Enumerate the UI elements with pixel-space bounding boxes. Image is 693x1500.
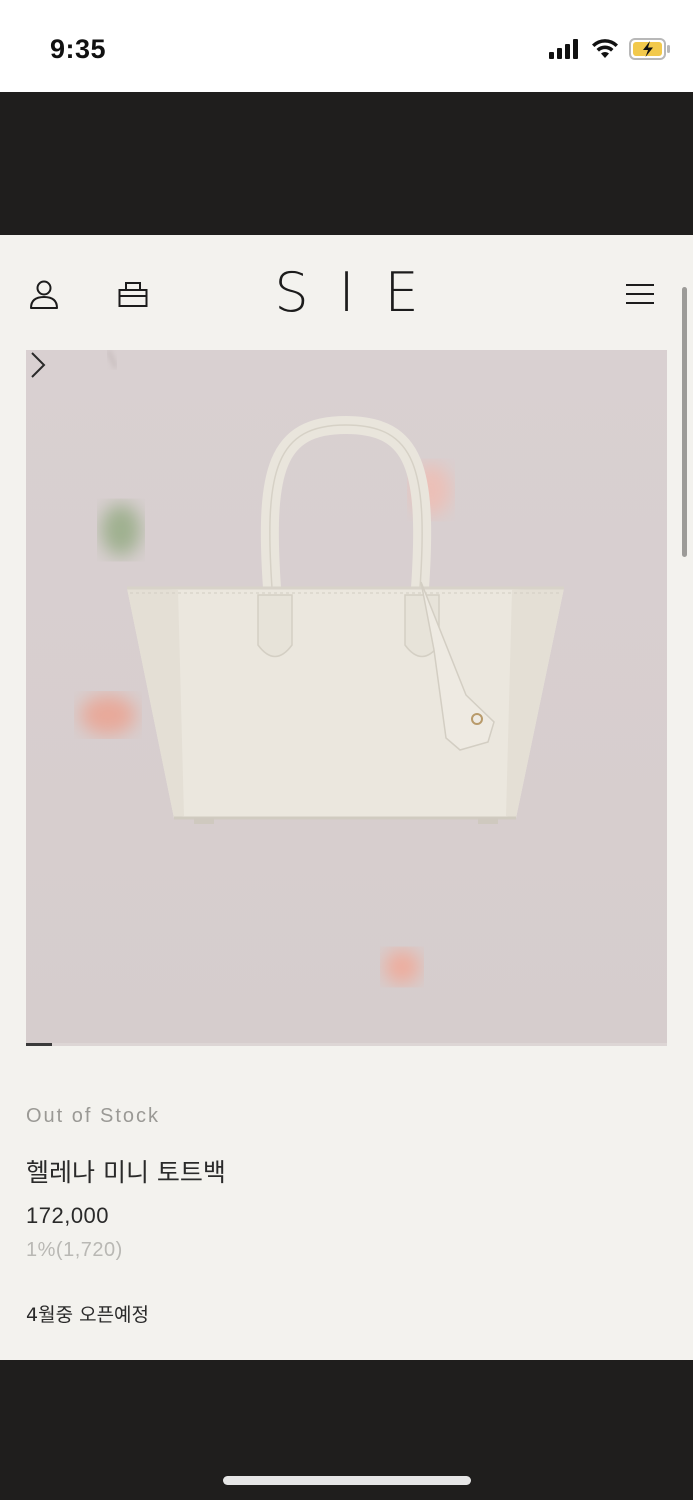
product-photo-tote-bag [26,350,667,1045]
wifi-icon [592,39,618,58]
product-page: SIE Out of Stock 헬레나 미니 토트백 172,000 1%(1… [0,235,693,1360]
status-bar: 9:35 [0,0,693,92]
status-time: 9:35 [50,34,107,64]
reward-points: 1%(1,720) [26,1239,123,1261]
brand-logo[interactable]: SIE [0,261,693,324]
battery-charging-icon [629,38,670,60]
product-image-carousel[interactable] [26,350,667,1045]
stock-status: Out of Stock [26,1105,161,1127]
release-notice: 4월중 오픈예정 [26,1304,150,1326]
carousel-progress-indicator [26,1043,52,1046]
product-name: 헬레나 미니 토트백 [26,1158,226,1187]
scrollbar[interactable] [682,287,687,557]
browser-top-band [0,92,693,235]
product-price: 172,000 [26,1203,110,1228]
home-indicator[interactable] [223,1476,471,1485]
next-slide-chevron-icon[interactable] [26,350,50,380]
signal-icon [549,39,578,59]
status-icons [549,38,671,60]
carousel-progress-bar [26,1043,667,1046]
site-header: SIE [0,235,693,350]
menu-icon[interactable] [623,277,657,311]
